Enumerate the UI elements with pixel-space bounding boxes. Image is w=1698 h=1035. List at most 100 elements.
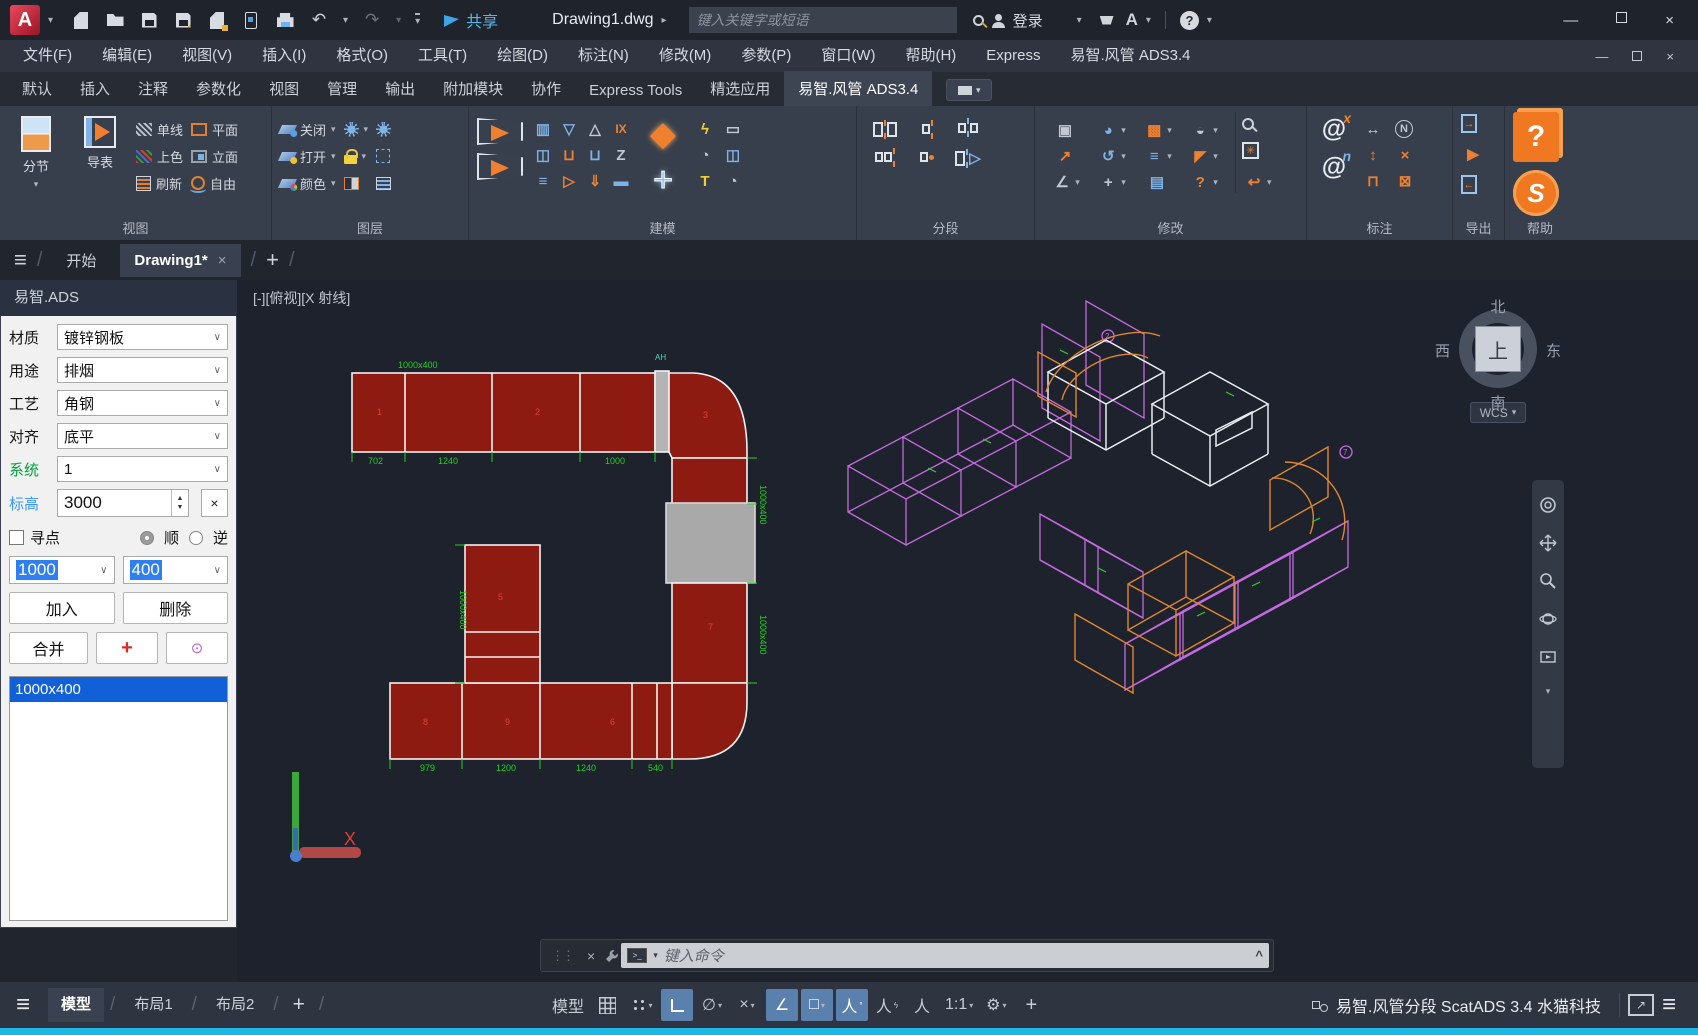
pane-tool-icon[interactable]: ◫ — [721, 144, 745, 166]
shade-button[interactable]: 上色 — [136, 145, 183, 167]
autodesk-icon[interactable]: A — [1126, 10, 1138, 30]
modify-arc-icon[interactable]: ↗ — [1043, 144, 1087, 168]
ribbon-tab-view[interactable]: 视图 — [255, 71, 313, 106]
minimize-button[interactable]: — — [1563, 12, 1578, 29]
layer-lock-button[interactable]: ▾ — [344, 145, 369, 167]
osnap-toggle[interactable]: □▾ — [801, 989, 833, 1021]
qat-customize-icon[interactable]: ▾ — [415, 13, 420, 27]
ribbon-tab-parametric[interactable]: 参数化 — [182, 71, 255, 106]
open-file-icon[interactable] — [105, 10, 125, 30]
free-view-button[interactable]: 自由 — [191, 172, 238, 194]
publish-icon[interactable] — [241, 10, 261, 30]
add-button[interactable]: 加入 — [9, 592, 115, 624]
ribbon-tab-output[interactable]: 输出 — [371, 71, 429, 106]
dim-number-icon[interactable]: N — [1395, 120, 1413, 138]
print-icon[interactable] — [275, 10, 295, 30]
single-line-button[interactable]: 单线 — [136, 118, 183, 140]
modify-move-icon[interactable]: +▾ — [1089, 170, 1133, 194]
modify-zoom-icon[interactable] — [1242, 118, 1254, 130]
segment-merge-icon[interactable]: ▷ — [955, 147, 981, 169]
layout2-tab[interactable]: 布局2 — [203, 988, 267, 1022]
nav-more-icon[interactable]: ▾ — [1546, 686, 1551, 697]
app-menu-caret-icon[interactable]: ▾ — [48, 15, 53, 26]
reverse-radio[interactable] — [189, 531, 203, 545]
title-caret-icon[interactable]: ▸ — [662, 15, 667, 26]
command-close-icon[interactable]: × — [579, 948, 603, 964]
menu-view[interactable]: 视图(V) — [167, 40, 247, 72]
menu-help[interactable]: 帮助(H) — [890, 40, 971, 72]
polar-toggle[interactable]: ∅▾ — [696, 989, 728, 1021]
import-doc-icon[interactable]: ← — [1461, 175, 1477, 194]
menu-modify[interactable]: 修改(M) — [644, 40, 727, 72]
workspace-gear-icon[interactable]: ⚙▾ — [980, 989, 1012, 1021]
dim-bracket-icon[interactable]: ⊓ — [1361, 170, 1385, 192]
annotation-autoscale-toggle[interactable]: 人ϟ — [871, 989, 903, 1021]
modify-copy-icon[interactable]: ◕▾ — [1089, 118, 1133, 142]
duct-fitting2-icon[interactable]: ▽ — [557, 118, 581, 140]
layer-off-button[interactable]: 关闭▾ — [280, 118, 336, 140]
annotation-scale-icon[interactable]: 人 — [906, 989, 938, 1021]
tab-close-icon[interactable]: × — [218, 252, 227, 269]
elevation-stepper[interactable]: ▲▼ — [171, 490, 188, 516]
export-table-button[interactable]: 导表 — [72, 112, 128, 171]
annotation-visibility-toggle[interactable]: 人° — [836, 989, 868, 1021]
layer-color-button[interactable]: 颜色▾ — [280, 172, 336, 194]
viewport-controls[interactable]: [-][俯视][X 射线] — [253, 288, 350, 308]
slope-tool-icon[interactable]: ◔ — [693, 144, 717, 166]
forward-radio[interactable] — [140, 531, 154, 545]
save-icon[interactable] — [139, 10, 159, 30]
ribbon-tab-default[interactable]: 默认 — [8, 71, 66, 106]
compass-ring[interactable]: 上 — [1459, 310, 1537, 388]
modify-projector-icon[interactable]: ▤ — [1135, 170, 1179, 194]
login-button[interactable]: 登录 — [1013, 10, 1043, 31]
circle-button[interactable]: ⊙ — [166, 632, 228, 664]
nav-showmotion-icon[interactable] — [1539, 648, 1557, 666]
plan-view-button[interactable]: 平面 — [191, 118, 238, 140]
height-combo[interactable]: 400∨ — [123, 556, 229, 584]
dim-spiral-x-icon[interactable]: @x — [1315, 112, 1353, 146]
layer-freeze-button[interactable]: ▾ — [344, 118, 369, 140]
duct-draw2-icon[interactable] — [477, 153, 523, 180]
duct-fitting10-icon[interactable]: ▷ — [557, 170, 581, 192]
modify-return-icon[interactable]: ↩▾ — [1242, 171, 1272, 193]
help-caret-icon[interactable]: ▾ — [1207, 15, 1212, 26]
segment-grid-icon[interactable] — [865, 144, 905, 170]
duct-fitting3-icon[interactable]: △ — [583, 118, 607, 140]
maximize-button[interactable] — [1616, 12, 1627, 23]
menu-draw[interactable]: 绘图(D) — [482, 40, 563, 72]
command-grip-icon[interactable]: ⋮⋮ — [545, 948, 579, 964]
user-icon[interactable] — [992, 22, 1005, 28]
menu-tools[interactable]: 工具(T) — [403, 40, 482, 72]
segment-point-icon[interactable] — [907, 144, 947, 170]
elevation-view-button[interactable]: 立面 — [191, 145, 238, 167]
menu-edit[interactable]: 编辑(E) — [87, 40, 167, 72]
undo-caret-icon[interactable]: ▾ — [343, 15, 348, 26]
child-minimize-button[interactable]: — — [1595, 49, 1608, 64]
nav-orbit-icon[interactable] — [1539, 610, 1557, 628]
dim-spiral-n-icon[interactable]: @n — [1315, 150, 1353, 184]
layer-thaw-button[interactable] — [376, 118, 391, 140]
menu-format[interactable]: 格式(O) — [321, 40, 403, 72]
modify-offset-icon[interactable]: ▩▾ — [1135, 118, 1179, 142]
compass-east[interactable]: 东 — [1546, 340, 1561, 361]
scale-selector[interactable]: 1:1▾ — [941, 989, 977, 1021]
new-layout-button[interactable]: + — [285, 993, 313, 1017]
duct-fitting6-icon[interactable]: ⊔ — [557, 144, 581, 166]
duct-star-fitting-icon[interactable]: ◆ — [641, 112, 685, 156]
modify-query-icon[interactable]: ?▾ — [1181, 170, 1225, 194]
curve-tool-icon[interactable]: ◔ — [721, 170, 745, 192]
compass-south[interactable]: 南 — [1490, 392, 1505, 413]
modify-array-icon[interactable]: ≡▾ — [1135, 144, 1179, 168]
duct-fitting5-icon[interactable]: ◫ — [531, 144, 555, 166]
export-doc-icon[interactable]: → — [1461, 114, 1477, 133]
layout1-tab[interactable]: 布局1 — [121, 988, 185, 1022]
layer-expand-button[interactable] — [376, 145, 391, 167]
ribbon-tab-insert[interactable]: 插入 — [66, 71, 124, 106]
menu-parametric[interactable]: 参数(P) — [726, 40, 806, 72]
nav-wheel-icon[interactable] — [1539, 496, 1557, 514]
model-space-button[interactable]: 模型 — [548, 989, 588, 1021]
duct-draw-icon[interactable] — [477, 118, 523, 145]
command-input[interactable]: >_ ▾ 键入命令 ^ — [621, 943, 1269, 968]
save-as-icon[interactable] — [173, 10, 193, 30]
view-cube[interactable]: 北 西 东 南 上 WCS▾ — [1442, 296, 1554, 423]
